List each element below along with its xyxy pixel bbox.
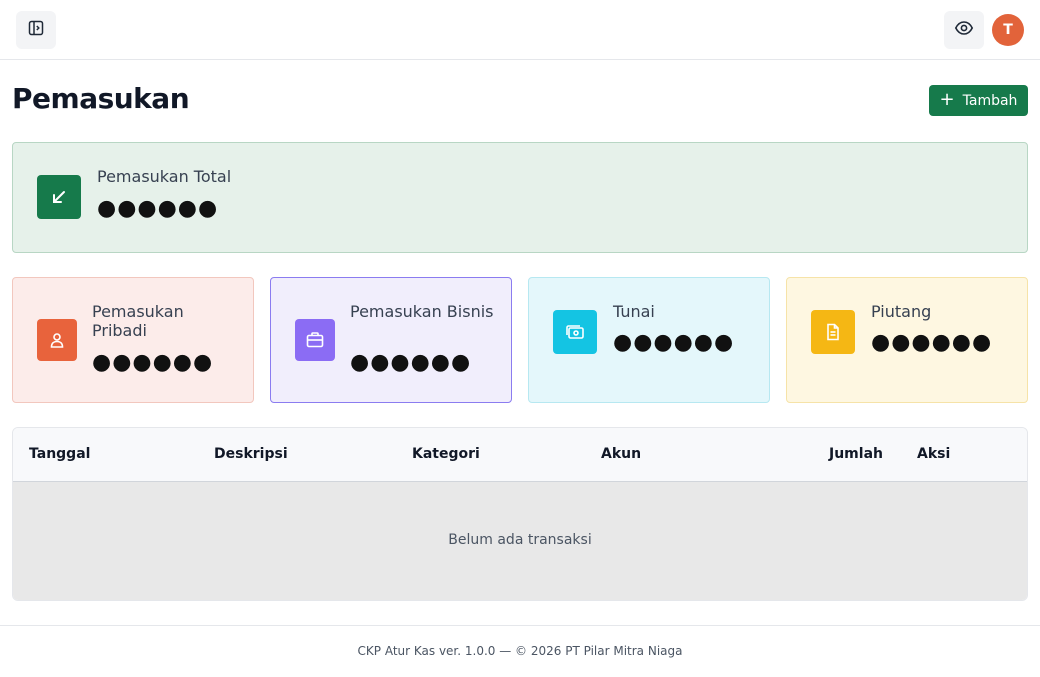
- personal-income-card: Pemasukan Pribadi ●●●●●●: [12, 277, 254, 403]
- column-header-category[interactable]: Kategori: [412, 446, 480, 462]
- total-income-value: ●●●●●●: [97, 196, 219, 221]
- footer: CKP Atur Kas ver. 1.0.0 — © 2026 PT Pila…: [0, 625, 1040, 677]
- empty-state-message: Belum ada transaksi: [448, 532, 592, 548]
- page-title: Pemasukan: [12, 82, 190, 115]
- user-icon: [37, 319, 77, 361]
- column-header-amount[interactable]: Jumlah: [829, 446, 883, 462]
- eye-icon: [954, 18, 974, 42]
- table-body: Belum ada transaksi: [13, 482, 1027, 600]
- top-bar: T: [0, 0, 1040, 60]
- business-income-value: ●●●●●●: [350, 350, 472, 375]
- add-button-label: Tambah: [962, 92, 1018, 109]
- receivables-card: Piutang ●●●●●●: [786, 277, 1028, 403]
- toggle-visibility-button[interactable]: [944, 11, 984, 49]
- sidebar-toggle-button[interactable]: [16, 11, 56, 49]
- business-income-label: Pemasukan Bisnis: [350, 302, 494, 321]
- arrow-down-left-icon: [37, 175, 81, 219]
- add-button[interactable]: + Tambah: [929, 85, 1028, 116]
- footer-text: CKP Atur Kas ver. 1.0.0 — © 2026 PT Pila…: [357, 644, 683, 658]
- total-income-card: Pemasukan Total ●●●●●●: [12, 142, 1028, 253]
- column-header-description[interactable]: Deskripsi: [214, 446, 288, 462]
- sidebar-toggle-icon: [28, 20, 44, 40]
- receivables-value: ●●●●●●: [871, 330, 993, 355]
- column-header-actions: Aksi: [917, 446, 951, 462]
- cash-label: Tunai: [613, 302, 655, 321]
- column-header-date[interactable]: Tanggal: [29, 446, 90, 462]
- transactions-table: Tanggal Deskripsi Kategori Akun Jumlah A…: [12, 427, 1028, 601]
- briefcase-icon: [295, 319, 335, 361]
- cash-value: ●●●●●●: [613, 330, 735, 355]
- cash-card: Tunai ●●●●●●: [528, 277, 770, 403]
- column-header-account[interactable]: Akun: [601, 446, 641, 462]
- document-icon: [811, 310, 855, 354]
- cash-icon: [553, 310, 597, 354]
- table-header: Tanggal Deskripsi Kategori Akun Jumlah A…: [13, 428, 1027, 482]
- plus-icon: +: [939, 88, 955, 110]
- avatar[interactable]: T: [992, 14, 1024, 46]
- personal-income-label: Pemasukan Pribadi: [92, 302, 184, 340]
- business-income-card: Pemasukan Bisnis ●●●●●●: [270, 277, 512, 403]
- receivables-label: Piutang: [871, 302, 932, 321]
- total-income-label: Pemasukan Total: [97, 167, 232, 186]
- personal-income-value: ●●●●●●: [92, 350, 214, 375]
